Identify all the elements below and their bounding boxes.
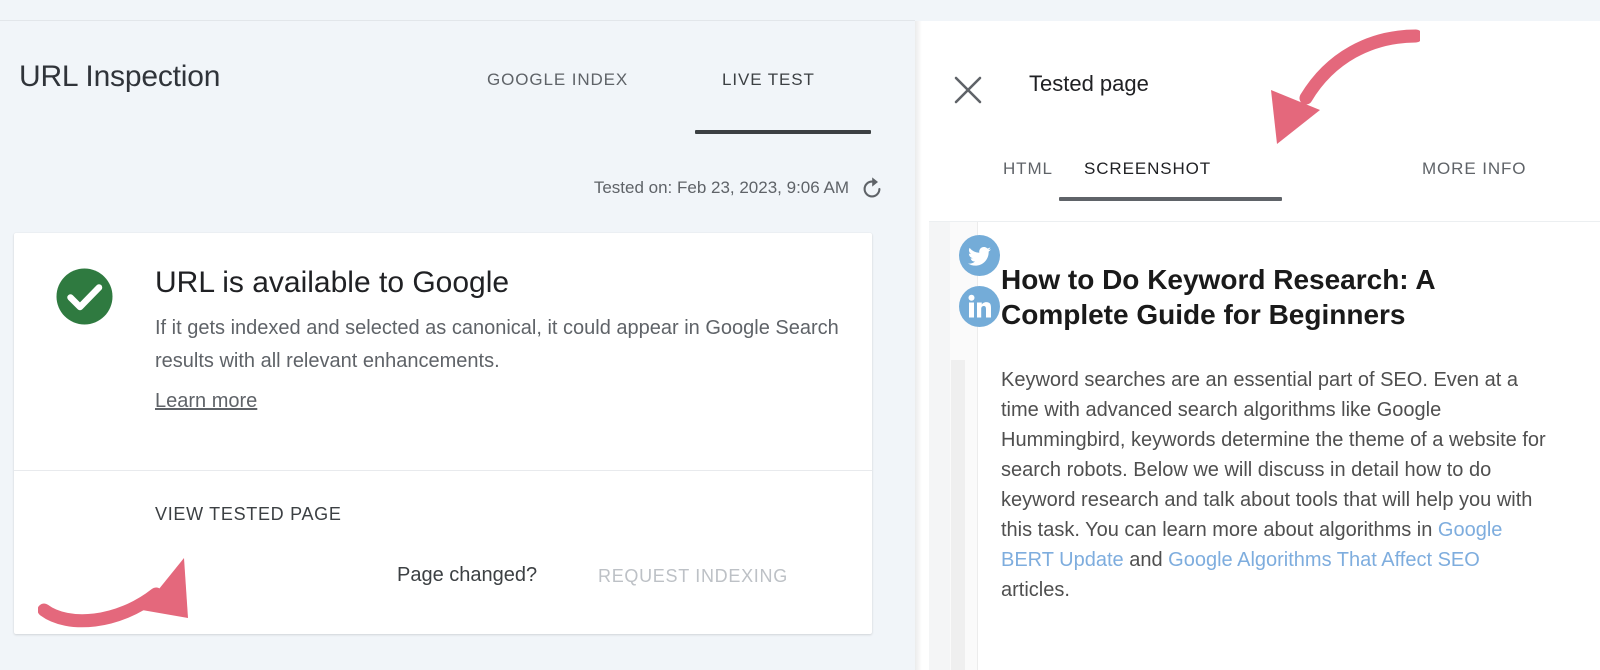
card-divider (14, 470, 872, 471)
url-inspection-header: URL Inspection GOOGLE INDEX LIVE TEST (0, 21, 915, 136)
view-tested-page-button[interactable]: VIEW TESTED PAGE (155, 504, 342, 525)
close-icon[interactable] (951, 73, 985, 107)
status-card: URL is available to Google If it gets in… (14, 233, 872, 634)
preview-body-text-2: and (1123, 549, 1169, 571)
status-heading: URL is available to Google (155, 266, 510, 299)
preview-link-google-algorithms-that-affect-seo[interactable]: Google Algorithms That Affect SEO (1168, 549, 1480, 571)
page-title: URL Inspection (19, 60, 221, 93)
tab-more-info[interactable]: MORE INFO (1422, 159, 1526, 179)
check-circle-icon (54, 266, 115, 327)
tab-html[interactable]: HTML (1003, 159, 1053, 179)
tested-page-title: Tested page (1029, 71, 1149, 96)
tab-live-test[interactable]: LIVE TEST (722, 70, 815, 90)
url-inspection-screen: URL Inspection GOOGLE INDEX LIVE TEST Te… (0, 0, 1600, 670)
twitter-icon[interactable] (959, 235, 1000, 276)
linkedin-icon[interactable] (959, 286, 1000, 327)
tested-page-panel: Tested page HTML SCREENSHOT MORE INFO Ho… (915, 0, 1600, 670)
page-screenshot-preview: How to Do Keyword Research: A Complete G… (929, 221, 1600, 670)
tab-screenshot-indicator (1059, 197, 1282, 201)
preview-left-gutter (929, 222, 950, 670)
tab-live-test-indicator (695, 130, 871, 134)
preview-article-title: How to Do Keyword Research: A Complete G… (1001, 264, 1435, 330)
request-indexing-button[interactable]: REQUEST INDEXING (598, 566, 788, 587)
panel-edge-shadow (915, 21, 922, 670)
tab-google-index[interactable]: GOOGLE INDEX (487, 70, 628, 90)
tested-on-timestamp: Tested on: Feb 23, 2023, 9:06 AM (593, 178, 849, 197)
page-changed-label: Page changed? (397, 564, 538, 586)
preview-body-text-1: Keyword searches are an essential part o… (1001, 369, 1546, 541)
tested-page-panel-body: Tested page HTML SCREENSHOT MORE INFO Ho… (922, 21, 1600, 670)
preview-article-body: Keyword searches are an essential part o… (1001, 365, 1546, 605)
tested-on-row: Tested on: Feb 23, 2023, 9:06 AM (0, 177, 915, 210)
learn-more-link[interactable]: Learn more (155, 390, 257, 413)
preview-body-text-3: articles. (1001, 579, 1070, 601)
preview-rail-thumb (951, 360, 965, 670)
panel-top-strip (915, 0, 1600, 21)
url-inspection-panel: URL Inspection GOOGLE INDEX LIVE TEST Te… (0, 0, 915, 670)
refresh-icon[interactable] (857, 174, 887, 204)
status-description: If it gets indexed and selected as canon… (155, 317, 839, 372)
tab-screenshot[interactable]: SCREENSHOT (1084, 159, 1211, 179)
